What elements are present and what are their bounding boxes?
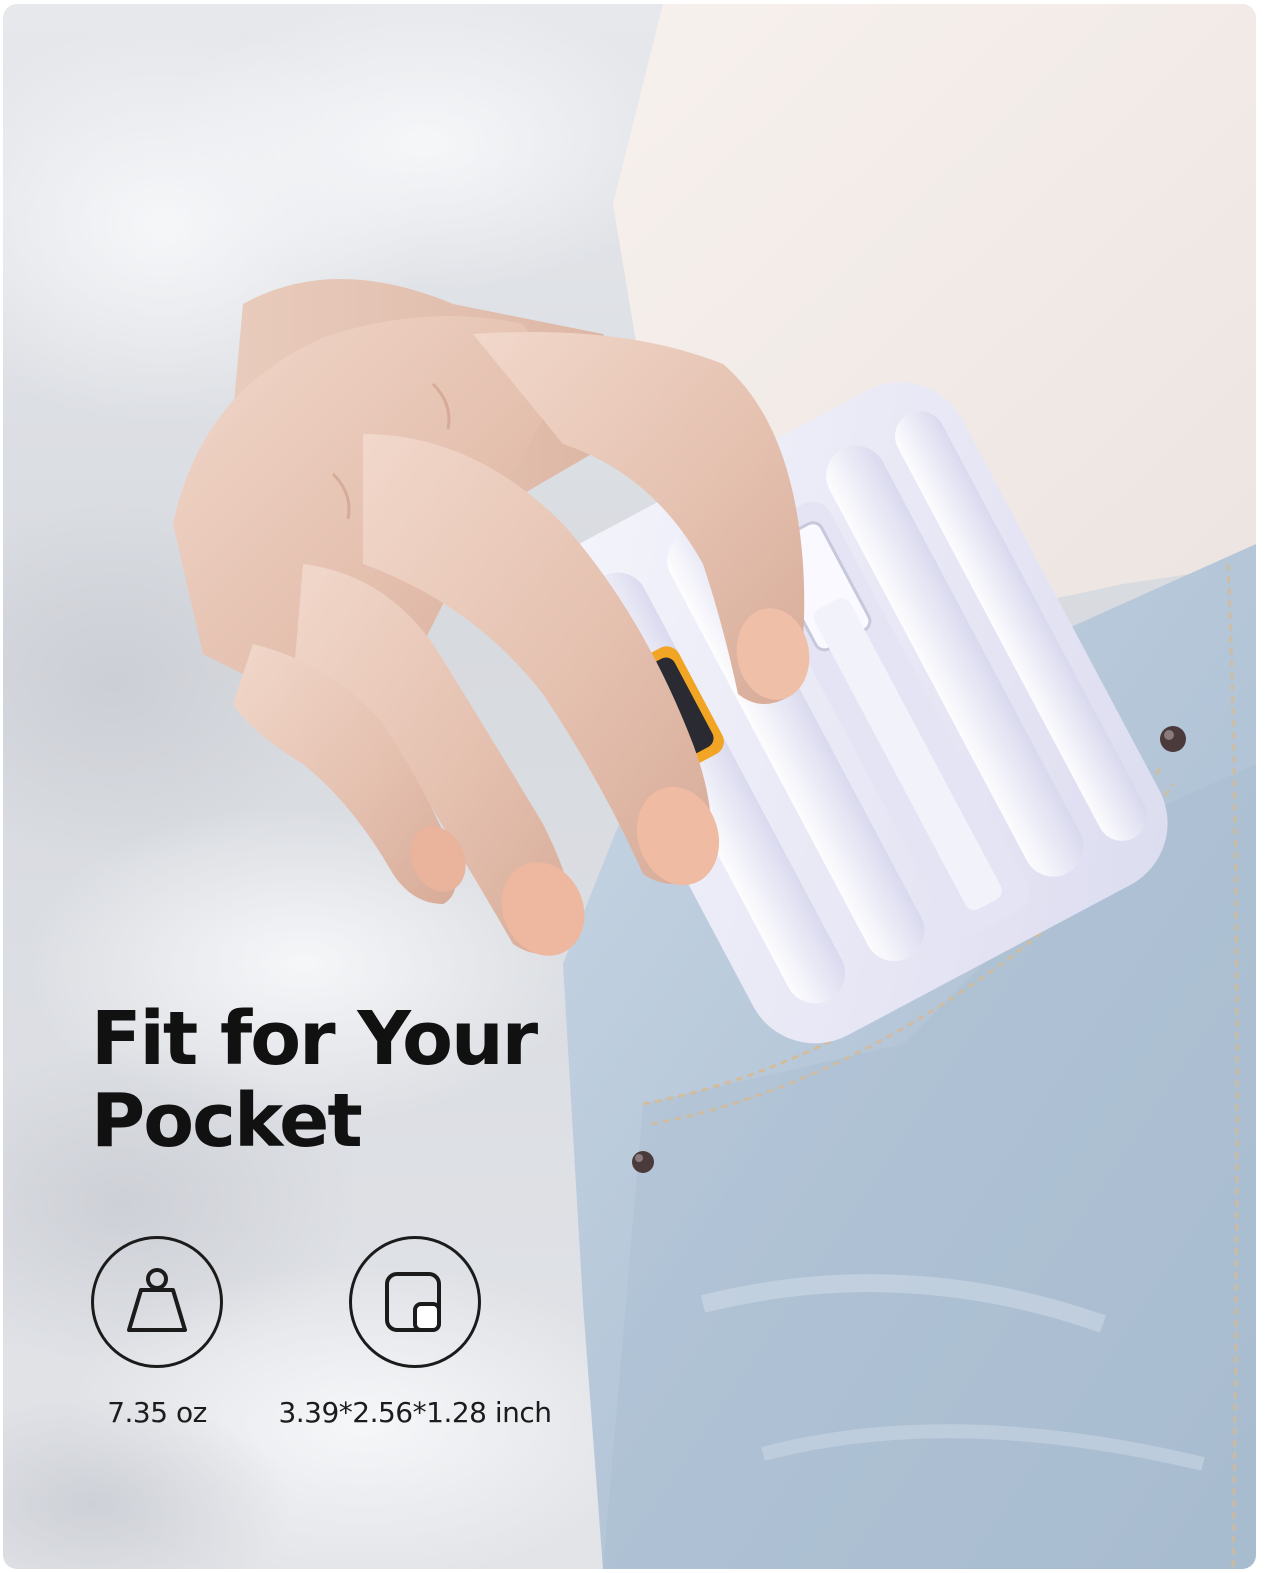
dimensions-label: 3.39*2.56*1.28 inch xyxy=(278,1396,552,1429)
weight-icon xyxy=(127,1268,187,1332)
dimensions-icon-circle xyxy=(349,1236,481,1368)
weight-label: 7.35 oz xyxy=(107,1396,207,1429)
headline-line-2: Pocket xyxy=(91,1078,363,1164)
spec-weight: 7.35 oz xyxy=(17,1236,297,1429)
spec-dimensions: 3.39*2.56*1.28 inch xyxy=(275,1236,555,1429)
dimensions-icon xyxy=(385,1272,441,1332)
headline-line-1: Fit for Your xyxy=(91,996,538,1082)
product-image-frame: Fit for Your Pocket 7.35 oz 3.39*2.56*1.… xyxy=(3,4,1256,1569)
weight-icon-circle xyxy=(91,1236,223,1368)
headline: Fit for Your Pocket xyxy=(91,998,611,1162)
